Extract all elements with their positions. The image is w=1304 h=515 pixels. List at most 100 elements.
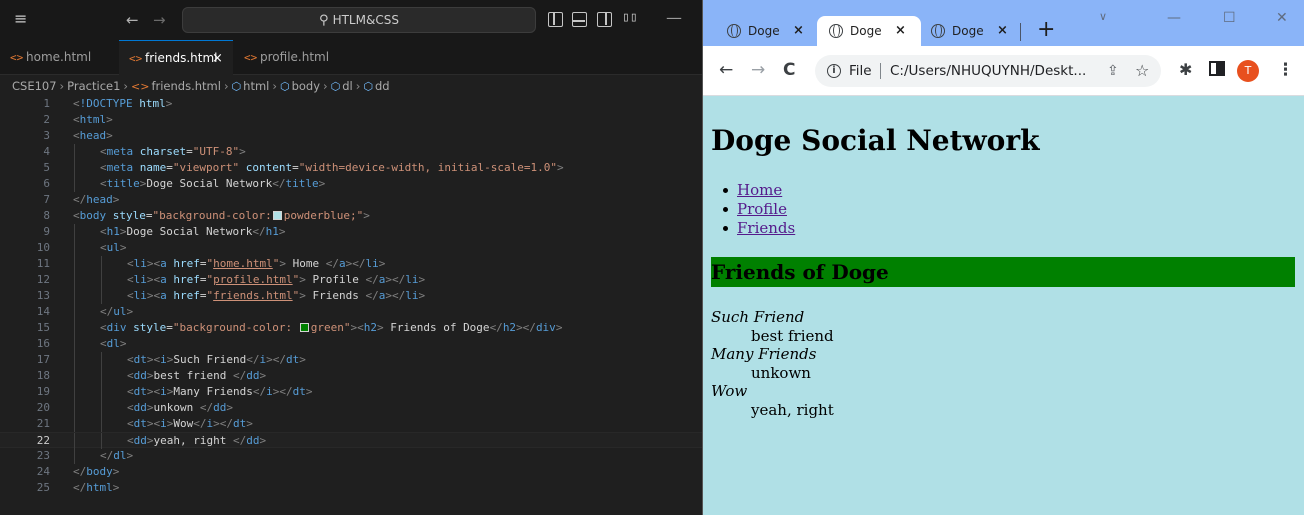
line-number: 4 [43,145,50,158]
line-number: 2 [43,113,50,126]
friends-link[interactable]: Friends [737,219,795,237]
reload-icon[interactable]: C [783,60,795,80]
line-number: 13 [36,289,50,302]
home-link[interactable]: Home [737,181,782,199]
line-number: 15 [36,321,50,334]
friends-heading-bar: Friends of Doge [711,257,1295,287]
breadcrumb-item[interactable]: Practice1 [67,79,120,93]
globe-icon [727,24,741,38]
tab-separator [1020,23,1021,41]
browser-tab[interactable]: Doge × [715,16,819,46]
code-line: 3 <head> [0,128,702,144]
browser-tab-label: Doge [952,24,984,38]
new-tab-button[interactable]: + [1037,16,1055,44]
back-arrow-icon[interactable]: ← [126,11,139,29]
line-number: 10 [36,241,50,254]
side-panel-icon[interactable] [1209,61,1225,76]
browser-tab-active[interactable]: Doge × [817,16,921,46]
html-file-icon: <> [244,51,258,64]
close-window-icon[interactable]: ✕ [1276,10,1288,26]
vscode-titlebar: ≡ ← → ⚲ HTLM&CSS ▯▯ — [0,0,702,40]
tab-profile-html[interactable]: <> profile.html [234,40,354,75]
breadcrumb-item[interactable]: friends.html [151,79,220,93]
minimize-icon[interactable]: — [1167,10,1181,26]
code-line: 12 <li><a href="profile.html"> Profile </… [0,272,702,288]
code-line: 5 <meta name="viewport" content="width=de… [0,160,702,176]
breadcrumb-item[interactable]: html [243,79,269,93]
bookmark-star-icon[interactable]: ☆ [1135,55,1149,87]
page-nav-list: Home Profile Friends [722,181,795,238]
line-number: 24 [36,465,50,478]
browser-tab-label: Doge [748,24,780,38]
line-number: 20 [36,401,50,414]
tab-search-chevron-icon[interactable]: ∨ [1099,10,1107,23]
tab-home-html[interactable]: <> home.html [0,40,118,75]
element-icon: ⬡ [330,80,341,93]
profile-avatar[interactable]: T [1237,60,1259,82]
extensions-puzzle-icon[interactable]: ✱ [1179,60,1192,80]
code-line: 1 <!DOCTYPE html> [0,96,702,112]
chevron-right-icon: › [123,79,129,93]
profile-link[interactable]: Profile [737,200,787,218]
customize-layout-icon[interactable]: ▯▯ [622,10,638,25]
chevron-right-icon: › [59,79,65,93]
more-menu-icon[interactable]: ⋮ [1277,60,1294,80]
code-line: 9 <h1>Doge Social Network</h1> [0,224,702,240]
line-number: 25 [36,481,50,494]
line-number: 8 [43,209,50,222]
forward-arrow-icon[interactable]: → [153,11,166,29]
line-number: 22 [36,434,50,447]
vscode-window: ≡ ← → ⚲ HTLM&CSS ▯▯ — <> home.html <> frien… [0,0,702,515]
back-arrow-icon[interactable]: ← [719,60,733,80]
minimize-icon[interactable]: — [666,8,682,27]
url-text[interactable]: C:/Users/NHUQUYNH/Deskt... [890,55,1086,87]
code-line: 10 <ul> [0,240,702,256]
forward-arrow-icon[interactable]: → [751,60,765,80]
command-center-search[interactable]: ⚲ HTLM&CSS [182,7,536,33]
code-editor[interactable]: 1 <!DOCTYPE html> 2 <html> 3 <head> 4 <meta … [0,96,702,515]
close-tab-icon[interactable]: × [895,16,906,46]
line-number: 5 [43,161,50,174]
hamburger-menu-icon[interactable]: ≡ [14,11,32,27]
tab-friends-html[interactable]: <> friends.html × [119,40,233,75]
tab-label: home.html [26,50,92,64]
divider [880,63,881,79]
info-icon[interactable]: i [827,64,841,78]
close-tab-icon[interactable]: × [793,16,804,46]
globe-icon [829,24,843,38]
definition-description: yeah, right [751,400,834,419]
scheme-label: File [849,63,872,79]
breadcrumb-item[interactable]: CSE107 [12,79,57,93]
code-line: 2 <html> [0,112,702,128]
share-icon[interactable]: ⇪ [1107,55,1119,87]
nav-item-friends: Friends [722,219,795,238]
breadcrumb-item[interactable]: dl [342,79,353,93]
line-number: 16 [36,337,50,350]
browser-tab-label: Doge [850,24,882,38]
color-swatch-green[interactable] [299,323,309,332]
color-swatch-powderblue[interactable] [272,211,282,220]
address-bar[interactable]: i File C:/Users/NHUQUYNH/Deskt... ⇪ ☆ [815,55,1161,87]
nav-item-home: Home [722,181,795,200]
definition-term: Many Friends [711,345,817,363]
friends-definition-list: Such Friend best friend Many Friends unk… [711,308,834,419]
toggle-secondary-sidebar-icon[interactable] [597,12,612,27]
breadcrumb-item[interactable]: body [292,79,320,93]
definition-description: best friend [751,326,834,345]
chevron-right-icon: › [323,79,328,93]
nav-item-profile: Profile [722,200,795,219]
code-line: 19 <dt><i>Many Friends</i></dt> [0,384,702,400]
browser-tab[interactable]: Doge × [919,16,1023,46]
toggle-panel-icon[interactable] [572,12,587,27]
code-line: 15 <div style="background-color: green"><… [0,320,702,336]
browser-toolbar: ← → C i File C:/Users/NHUQUYNH/Deskt... … [703,46,1304,96]
close-tab-icon[interactable]: × [212,41,223,76]
toggle-primary-sidebar-icon[interactable] [548,12,563,27]
code-line: 24 </body> [0,464,702,480]
line-number: 14 [36,305,50,318]
close-tab-icon[interactable]: × [997,16,1008,46]
definition-term: Wow [711,382,748,400]
code-line: 25 </html> [0,480,702,496]
breadcrumb-item[interactable]: dd [375,79,390,93]
maximize-icon[interactable]: ☐ [1223,10,1236,26]
